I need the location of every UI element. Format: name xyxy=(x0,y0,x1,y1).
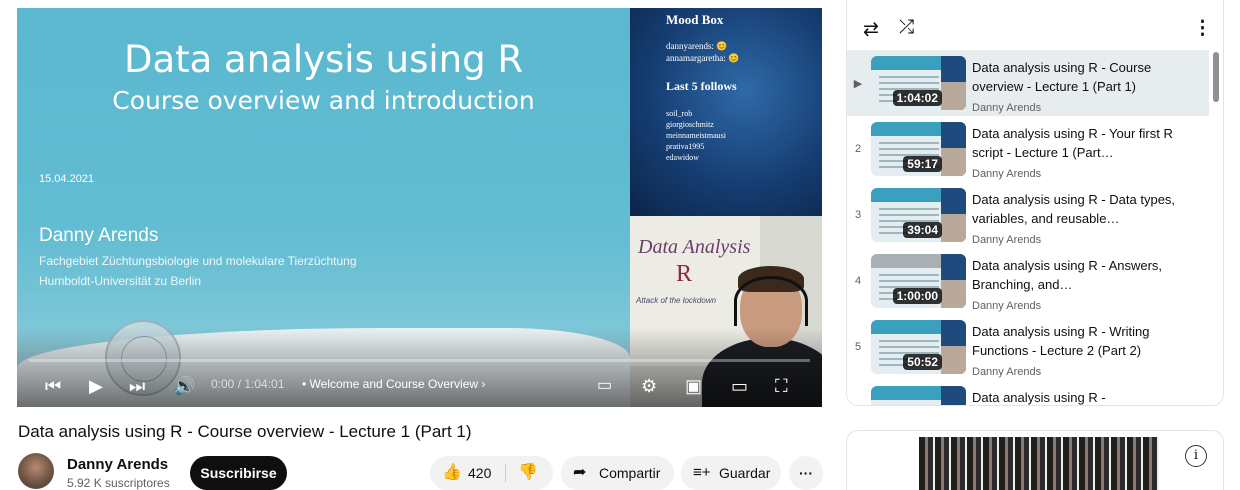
follower-name: giorgioschmitz xyxy=(666,120,714,129)
playlist-add-icon: ≡+ xyxy=(693,464,711,481)
video-player[interactable]: Data analysis using R Course overview an… xyxy=(17,8,822,407)
volume-icon[interactable]: 🔊 xyxy=(173,375,195,397)
slide-affiliation-1: Fachgebiet Züchtungsbiologie und molekul… xyxy=(39,254,357,268)
mood-user: dannyarends: 😊 xyxy=(666,41,728,51)
playlist-item-author: Danny Arends xyxy=(972,300,1042,312)
video-thumbnail[interactable]: 1:00:00 xyxy=(871,254,966,308)
mood-user: annamargaretha: 😊 xyxy=(666,53,740,63)
subscribe-button[interactable]: Suscribirse xyxy=(190,456,287,490)
loop-icon[interactable]: ⇄ xyxy=(863,18,879,41)
share-button[interactable]: ➦ Compartir xyxy=(561,456,674,490)
slide-title: Data analysis using R xyxy=(123,38,524,81)
whiteboard-text: R xyxy=(676,261,693,287)
playlist-panel: ⇄ ⤮ ⋮ ▶ 1:04:02 Data analysis using R - … xyxy=(846,0,1224,406)
playlist-item-author: Danny Arends xyxy=(972,366,1042,378)
theater-icon[interactable]: ▭ xyxy=(731,375,748,397)
mood-box-title: Mood Box xyxy=(666,12,724,27)
gear-icon[interactable]: ⚙ xyxy=(641,375,657,397)
duration-badge: 59:17 xyxy=(903,156,942,172)
play-icon[interactable]: ▶ xyxy=(89,375,103,397)
save-button[interactable]: ≡+ Guardar xyxy=(681,456,781,490)
skip-next-icon[interactable]: ⏭ xyxy=(129,375,145,397)
subtitles-icon[interactable]: ▭ xyxy=(597,375,612,397)
follower-name: meinnameistmausi xyxy=(666,131,726,140)
playlist-item-author: Danny Arends xyxy=(972,168,1042,180)
more-vert-icon[interactable]: ⋮ xyxy=(1193,17,1212,40)
ad-panel[interactable]: i xyxy=(846,430,1224,490)
duration-badge: 50:52 xyxy=(903,354,942,370)
playlist-actions: ⇄ ⤮ ⋮ xyxy=(847,0,1223,46)
subscriber-count: 5.92 K suscriptores xyxy=(67,476,170,490)
playlist-item-title[interactable]: Data analysis using R - Course overview … xyxy=(972,58,1194,96)
follower-name: prativa1995 xyxy=(666,142,705,151)
playlist-item[interactable]: 5 50:52 Data analysis using R - Writing … xyxy=(847,314,1209,380)
video-thumbnail[interactable]: 39:04 xyxy=(871,188,966,242)
share-icon: ➦ xyxy=(573,464,587,481)
fullscreen-icon[interactable]: ⛶ xyxy=(775,375,788,397)
time-display: 0:00 / 1:04:01 xyxy=(211,377,285,391)
divider xyxy=(505,464,506,482)
channel-name[interactable]: Danny Arends xyxy=(67,456,168,473)
playlist-item[interactable]: ▶ 1:04:02 Data analysis using R - Course… xyxy=(847,50,1209,116)
slide-affiliation-2: Humboldt-Universität zu Berlin xyxy=(39,274,202,288)
playlist-item-author: Danny Arends xyxy=(972,102,1042,114)
more-actions-button[interactable]: ··· xyxy=(789,456,823,490)
slide-subtitle: Course overview and introduction xyxy=(112,86,535,115)
playlist-item-title[interactable]: Data analysis using R - Answers, Branchi… xyxy=(972,256,1194,294)
skip-previous-icon[interactable]: ⏮ xyxy=(45,375,61,397)
like-dislike-group: 👍 420 👎 xyxy=(430,456,553,490)
playlist-item-title[interactable]: Data analysis using R - Your first R scr… xyxy=(972,124,1194,162)
slide-date: 15.04.2021 xyxy=(39,173,95,185)
playlist-item-index: 5 xyxy=(854,341,862,353)
ad-image[interactable] xyxy=(919,437,1159,490)
like-icon[interactable]: 👍 xyxy=(442,456,462,490)
video-thumbnail[interactable] xyxy=(871,386,966,405)
playlist-item[interactable]: 4 1:00:00 Data analysis using R - Answer… xyxy=(847,248,1209,314)
miniplayer-icon[interactable]: ▣ xyxy=(685,375,702,397)
video-thumbnail[interactable]: 50:52 xyxy=(871,320,966,374)
chapter-link[interactable]: • Welcome and Course Overview › xyxy=(302,377,485,391)
playlist-item-index: 2 xyxy=(854,143,862,155)
mood-box-overlay: Mood Box dannyarends: 😊 annamargaretha: … xyxy=(630,8,822,216)
playlist-item[interactable]: 3 39:04 Data analysis using R - Data typ… xyxy=(847,182,1209,248)
playlist-item-author: Danny Arends xyxy=(972,234,1042,246)
like-count[interactable]: 420 xyxy=(468,456,491,490)
avatar[interactable] xyxy=(18,453,54,489)
video-title: Data analysis using R - Course overview … xyxy=(18,422,472,441)
follower-name: soil_rob xyxy=(666,109,693,118)
follows-title: Last 5 follows xyxy=(666,79,737,93)
duration-badge: 39:04 xyxy=(903,222,942,238)
whiteboard-text: Attack of the lockdown xyxy=(636,296,717,305)
share-label: Compartir xyxy=(599,465,661,481)
duration-badge: 1:00:00 xyxy=(892,288,942,304)
progress-bar[interactable] xyxy=(29,359,810,362)
playlist-item[interactable]: 2 59:17 Data analysis using R - Your fir… xyxy=(847,116,1209,182)
duration-badge: 1:04:02 xyxy=(892,90,942,106)
video-thumbnail[interactable]: 59:17 xyxy=(871,122,966,176)
playlist-item-title[interactable]: Data analysis using R - Data types, vari… xyxy=(972,190,1194,228)
shuffle-icon[interactable]: ⤮ xyxy=(899,17,914,39)
playlist-item-index: 3 xyxy=(854,209,862,221)
slide-author: Danny Arends xyxy=(39,225,159,246)
playlist-item-title[interactable]: Data analysis using R - xyxy=(972,388,1194,405)
playing-indicator-icon: ▶ xyxy=(853,78,863,90)
playlist-scrollbar[interactable] xyxy=(1213,52,1219,102)
playlist-item-index: 4 xyxy=(854,275,862,287)
dislike-icon[interactable]: 👎 xyxy=(518,456,538,490)
headset-icon xyxy=(734,276,808,326)
save-label: Guardar xyxy=(719,465,771,481)
info-icon[interactable]: i xyxy=(1185,445,1207,467)
follower-name: edawidow xyxy=(666,153,699,162)
playlist-item[interactable]: Data analysis using R - xyxy=(847,380,1209,405)
playlist-item-title[interactable]: Data analysis using R - Writing Function… xyxy=(972,322,1194,360)
video-thumbnail[interactable]: 1:04:02 xyxy=(871,56,966,110)
whiteboard-text: Data Analysis xyxy=(638,236,751,258)
